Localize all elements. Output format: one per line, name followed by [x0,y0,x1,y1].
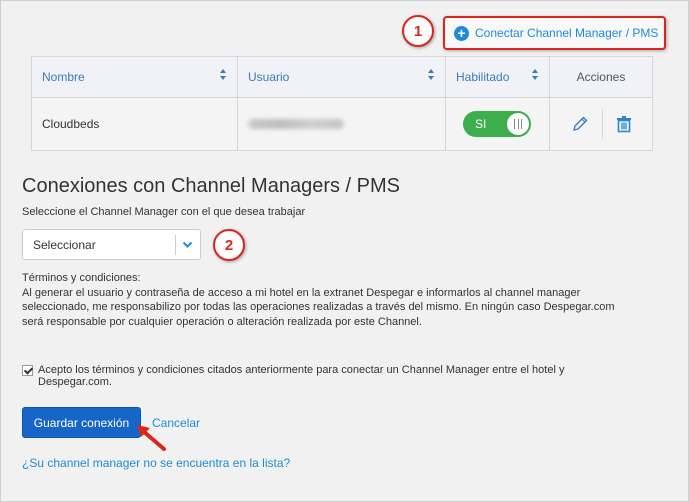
blurred-username [248,119,344,129]
missing-channel-manager-link[interactable]: ¿Su channel manager no se encuentra en l… [22,456,290,470]
accept-terms-label[interactable]: Acepto los términos y condiciones citado… [38,364,622,388]
column-header-habilitado[interactable]: Habilitado [446,57,550,97]
page-frame: 1 + Conectar Channel Manager / PMS Nombr… [0,0,689,502]
edit-pencil-icon[interactable] [571,115,589,133]
table-header: Nombre Usuario Habilitado Acciones [32,57,652,98]
terms-title: Términos y condiciones: [22,272,141,284]
page-title: Conexiones con Channel Managers / PMS [22,175,400,197]
column-header-nombre[interactable]: Nombre [32,57,238,97]
cell-habilitado: SI [446,98,550,150]
select-value: Seleccionar [33,237,96,252]
sort-icon[interactable] [219,69,227,80]
connect-channel-manager-button[interactable]: + Conectar Channel Manager / PMS [443,16,666,50]
channel-managers-table: Nombre Usuario Habilitado Acciones Cloud… [31,56,653,151]
sort-icon[interactable] [531,69,539,80]
chevron-down-icon [182,241,193,248]
toggle-label: SI [475,117,487,131]
channel-manager-select[interactable]: Seleccionar [22,229,201,260]
select-label: Seleccione el Channel Manager con el que… [22,206,306,218]
sort-icon[interactable] [427,69,435,80]
annotation-arrow-icon [137,425,166,451]
toggle-knob [507,113,529,135]
save-connection-button[interactable]: Guardar conexión [22,407,141,438]
terms-text: Al generar el usuario y contraseña de ac… [22,286,615,328]
column-header-acciones: Acciones [576,70,626,84]
table-row: Cloudbeds SI [32,98,652,150]
terms-section: Términos y condiciones: Al generar el us… [22,271,637,329]
cell-nombre: Cloudbeds [32,98,238,150]
column-header-usuario[interactable]: Usuario [238,57,446,97]
step-2-badge: 2 [213,229,245,261]
select-divider [175,235,176,255]
plus-circle-icon: + [454,25,469,41]
enabled-toggle[interactable]: SI [463,111,531,137]
actions-divider [601,109,603,139]
cell-usuario [238,98,446,150]
step-1-badge: 1 [402,15,434,47]
accept-terms-row: Acepto los términos y condiciones citado… [22,364,622,388]
connect-button-label: Conectar Channel Manager / PMS [475,26,659,40]
accept-terms-checkbox[interactable] [22,365,33,376]
trash-icon[interactable] [616,115,632,133]
cell-acciones [550,98,652,150]
